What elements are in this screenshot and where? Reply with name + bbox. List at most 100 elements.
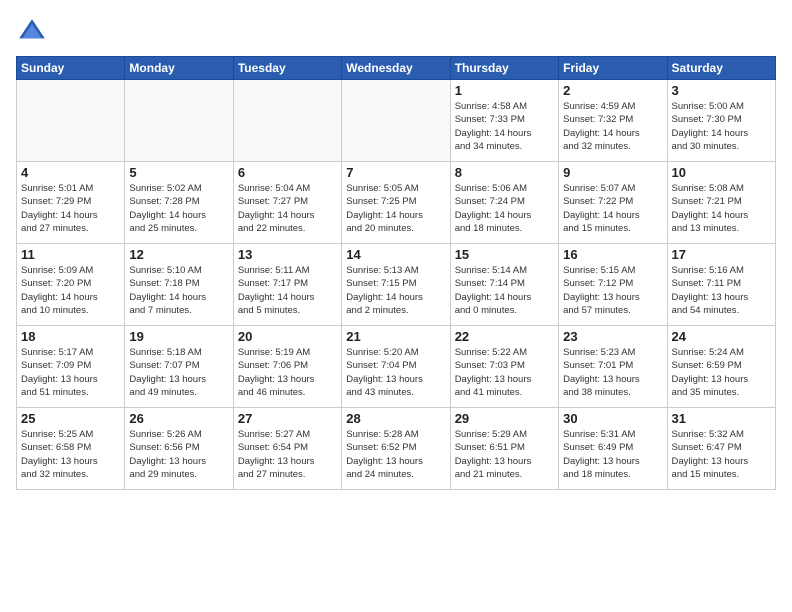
calendar-cell: 31Sunrise: 5:32 AMSunset: 6:47 PMDayligh…	[667, 408, 775, 490]
day-info: Sunrise: 5:15 AMSunset: 7:12 PMDaylight:…	[563, 264, 662, 317]
day-number: 7	[346, 165, 445, 180]
calendar-cell: 4 Sunrise: 5:01 AMSunset: 7:29 PMDaylight…	[17, 162, 125, 244]
day-number: 12	[129, 247, 228, 262]
day-header-sunday: Sunday	[17, 57, 125, 80]
day-number: 29	[455, 411, 554, 426]
calendar-cell: 9 Sunrise: 5:07 AMSunset: 7:22 PMDaylight…	[559, 162, 667, 244]
day-info: Sunrise: 5:10 AMSunset: 7:18 PMDaylight:…	[129, 264, 228, 317]
day-header-saturday: Saturday	[667, 57, 775, 80]
day-number: 13	[238, 247, 337, 262]
day-info: Sunrise: 5:09 AMSunset: 7:20 PMDaylight:…	[21, 264, 120, 317]
day-info: Sunrise: 5:07 AMSunset: 7:22 PMDaylight:…	[563, 182, 662, 235]
day-number: 26	[129, 411, 228, 426]
calendar-cell: 29 Sunrise: 5:29 AMSunset: 6:51 PMDayligh…	[450, 408, 558, 490]
logo-icon	[16, 16, 48, 48]
day-number: 22	[455, 329, 554, 344]
day-number: 2	[563, 83, 662, 98]
calendar-cell: 13 Sunrise: 5:11 AMSunset: 7:17 PMDayligh…	[233, 244, 341, 326]
week-row-3: 11 Sunrise: 5:09 AMSunset: 7:20 PMDayligh…	[17, 244, 776, 326]
day-number: 4	[21, 165, 120, 180]
calendar-table: SundayMondayTuesdayWednesdayThursdayFrid…	[16, 56, 776, 490]
calendar-cell: 12 Sunrise: 5:10 AMSunset: 7:18 PMDayligh…	[125, 244, 233, 326]
day-info: Sunrise: 5:04 AMSunset: 7:27 PMDaylight:…	[238, 182, 337, 235]
calendar-cell: 5Sunrise: 5:02 AMSunset: 7:28 PMDaylight…	[125, 162, 233, 244]
week-row-5: 25 Sunrise: 5:25 AMSunset: 6:58 PMDayligh…	[17, 408, 776, 490]
calendar-cell	[233, 80, 341, 162]
day-info: Sunrise: 5:25 AMSunset: 6:58 PMDaylight:…	[21, 428, 120, 481]
day-info: Sunrise: 5:18 AMSunset: 7:07 PMDaylight:…	[129, 346, 228, 399]
day-header-tuesday: Tuesday	[233, 57, 341, 80]
calendar-cell: 14Sunrise: 5:13 AMSunset: 7:15 PMDayligh…	[342, 244, 450, 326]
day-info: Sunrise: 5:29 AMSunset: 6:51 PMDaylight:…	[455, 428, 554, 481]
day-number: 30	[563, 411, 662, 426]
day-info: Sunrise: 5:26 AMSunset: 6:56 PMDaylight:…	[129, 428, 228, 481]
calendar-cell: 11 Sunrise: 5:09 AMSunset: 7:20 PMDayligh…	[17, 244, 125, 326]
calendar-cell: 10 Sunrise: 5:08 AMSunset: 7:21 PMDayligh…	[667, 162, 775, 244]
day-number: 9	[563, 165, 662, 180]
day-header-friday: Friday	[559, 57, 667, 80]
calendar-cell: 30 Sunrise: 5:31 AMSunset: 6:49 PMDayligh…	[559, 408, 667, 490]
week-row-4: 18Sunrise: 5:17 AMSunset: 7:09 PMDayligh…	[17, 326, 776, 408]
day-info: Sunrise: 5:02 AMSunset: 7:28 PMDaylight:…	[129, 182, 228, 235]
day-number: 14	[346, 247, 445, 262]
day-info: Sunrise: 5:27 AMSunset: 6:54 PMDaylight:…	[238, 428, 337, 481]
day-number: 19	[129, 329, 228, 344]
day-info: Sunrise: 5:14 AMSunset: 7:14 PMDaylight:…	[455, 264, 554, 317]
day-number: 20	[238, 329, 337, 344]
day-info: Sunrise: 5:19 AMSunset: 7:06 PMDaylight:…	[238, 346, 337, 399]
calendar-cell: 26 Sunrise: 5:26 AMSunset: 6:56 PMDayligh…	[125, 408, 233, 490]
calendar-header-row: SundayMondayTuesdayWednesdayThursdayFrid…	[17, 57, 776, 80]
calendar-cell: 25 Sunrise: 5:25 AMSunset: 6:58 PMDayligh…	[17, 408, 125, 490]
day-number: 28	[346, 411, 445, 426]
day-info: Sunrise: 5:23 AMSunset: 7:01 PMDaylight:…	[563, 346, 662, 399]
calendar-cell: 2 Sunrise: 4:59 AMSunset: 7:32 PMDaylight…	[559, 80, 667, 162]
calendar-cell	[125, 80, 233, 162]
calendar-cell: 18Sunrise: 5:17 AMSunset: 7:09 PMDayligh…	[17, 326, 125, 408]
calendar-cell: 19 Sunrise: 5:18 AMSunset: 7:07 PMDayligh…	[125, 326, 233, 408]
calendar-cell: 16Sunrise: 5:15 AMSunset: 7:12 PMDayligh…	[559, 244, 667, 326]
day-info: Sunrise: 5:31 AMSunset: 6:49 PMDaylight:…	[563, 428, 662, 481]
day-number: 15	[455, 247, 554, 262]
day-info: Sunrise: 5:24 AMSunset: 6:59 PMDaylight:…	[672, 346, 771, 399]
day-number: 17	[672, 247, 771, 262]
day-info: Sunrise: 5:17 AMSunset: 7:09 PMDaylight:…	[21, 346, 120, 399]
day-number: 10	[672, 165, 771, 180]
week-row-1: 1 Sunrise: 4:58 AMSunset: 7:33 PMDaylight…	[17, 80, 776, 162]
calendar-cell	[342, 80, 450, 162]
calendar-cell: 3Sunrise: 5:00 AMSunset: 7:30 PMDaylight…	[667, 80, 775, 162]
calendar-cell: 7 Sunrise: 5:05 AMSunset: 7:25 PMDaylight…	[342, 162, 450, 244]
day-info: Sunrise: 5:06 AMSunset: 7:24 PMDaylight:…	[455, 182, 554, 235]
day-number: 3	[672, 83, 771, 98]
calendar-cell	[17, 80, 125, 162]
calendar-cell: 27Sunrise: 5:27 AMSunset: 6:54 PMDayligh…	[233, 408, 341, 490]
day-header-monday: Monday	[125, 57, 233, 80]
day-number: 21	[346, 329, 445, 344]
header	[16, 16, 776, 48]
day-number: 6	[238, 165, 337, 180]
calendar-cell: 22 Sunrise: 5:22 AMSunset: 7:03 PMDayligh…	[450, 326, 558, 408]
day-number: 11	[21, 247, 120, 262]
day-info: Sunrise: 5:01 AMSunset: 7:29 PMDaylight:…	[21, 182, 120, 235]
day-number: 24	[672, 329, 771, 344]
day-number: 25	[21, 411, 120, 426]
day-number: 31	[672, 411, 771, 426]
calendar-cell: 8Sunrise: 5:06 AMSunset: 7:24 PMDaylight…	[450, 162, 558, 244]
day-info: Sunrise: 5:20 AMSunset: 7:04 PMDaylight:…	[346, 346, 445, 399]
day-info: Sunrise: 5:28 AMSunset: 6:52 PMDaylight:…	[346, 428, 445, 481]
day-number: 1	[455, 83, 554, 98]
day-info: Sunrise: 4:58 AMSunset: 7:33 PMDaylight:…	[455, 100, 554, 153]
day-header-wednesday: Wednesday	[342, 57, 450, 80]
day-info: Sunrise: 5:11 AMSunset: 7:17 PMDaylight:…	[238, 264, 337, 317]
day-info: Sunrise: 4:59 AMSunset: 7:32 PMDaylight:…	[563, 100, 662, 153]
day-info: Sunrise: 5:22 AMSunset: 7:03 PMDaylight:…	[455, 346, 554, 399]
calendar-cell: 24 Sunrise: 5:24 AMSunset: 6:59 PMDayligh…	[667, 326, 775, 408]
day-info: Sunrise: 5:08 AMSunset: 7:21 PMDaylight:…	[672, 182, 771, 235]
calendar-cell: 23Sunrise: 5:23 AMSunset: 7:01 PMDayligh…	[559, 326, 667, 408]
calendar-cell: 17Sunrise: 5:16 AMSunset: 7:11 PMDayligh…	[667, 244, 775, 326]
calendar-cell: 15 Sunrise: 5:14 AMSunset: 7:14 PMDayligh…	[450, 244, 558, 326]
calendar-cell: 6 Sunrise: 5:04 AMSunset: 7:27 PMDaylight…	[233, 162, 341, 244]
day-info: Sunrise: 5:05 AMSunset: 7:25 PMDaylight:…	[346, 182, 445, 235]
calendar-cell: 20 Sunrise: 5:19 AMSunset: 7:06 PMDayligh…	[233, 326, 341, 408]
calendar-cell: 28 Sunrise: 5:28 AMSunset: 6:52 PMDayligh…	[342, 408, 450, 490]
calendar-cell: 1 Sunrise: 4:58 AMSunset: 7:33 PMDaylight…	[450, 80, 558, 162]
